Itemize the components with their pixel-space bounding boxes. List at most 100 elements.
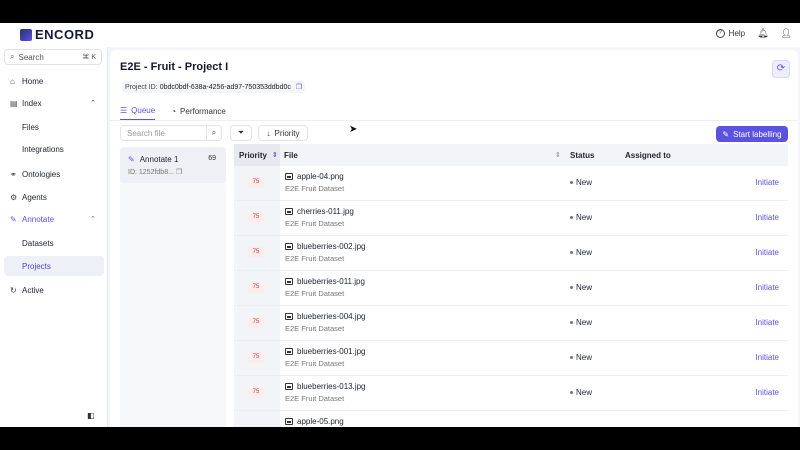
sidebar-item-integrations[interactable]: Integrations	[4, 139, 104, 159]
status-badge: New	[570, 178, 592, 187]
initiate-button[interactable]: Initiate	[755, 388, 779, 397]
file-name: apple-05.png	[285, 417, 344, 426]
status-dot-icon	[570, 391, 573, 394]
sidebar-item-label: Projects	[22, 261, 51, 271]
sidebar-item-label: Index	[22, 98, 42, 108]
copy-icon[interactable]: ❐	[296, 83, 302, 91]
performance-icon: ◔	[171, 106, 177, 116]
sidebar-item-projects[interactable]: Projects	[4, 256, 104, 276]
tab-performance[interactable]: ◔ Performance	[171, 102, 226, 120]
table-row[interactable]: 75 blueberries-011.jpg E2E Fruit Dataset…	[234, 271, 788, 306]
sidebar-item-home[interactable]: ⌂ Home	[4, 71, 104, 91]
sidebar-item-files[interactable]: Files	[4, 117, 104, 137]
tab-label: Queue	[131, 106, 156, 115]
agent-icon: ⚙	[10, 192, 18, 202]
table-row[interactable]: 75 blueberries-013.jpg E2E Fruit Dataset…	[234, 376, 788, 411]
project-id-label: Project ID:	[125, 83, 158, 91]
initiate-button[interactable]: Initiate	[755, 318, 779, 327]
sort-icon[interactable]: ⇕	[555, 151, 561, 159]
priority-badge: 75	[248, 352, 264, 363]
priority-cell: 75	[234, 166, 280, 200]
status-label: New	[576, 213, 593, 222]
image-icon	[285, 278, 293, 285]
bell-icon[interactable]: 🔔︎	[757, 28, 768, 39]
dataset-name: E2E Fruit Dataset	[285, 184, 345, 193]
file-name: apple-04.png	[285, 172, 344, 181]
header-label: Status	[570, 150, 595, 160]
sidebar-item-label: Ontologies	[22, 169, 61, 179]
sidebar-search[interactable]: ⌕ Search ⌘ K	[4, 49, 102, 65]
sidebar-item-label: Annotate	[22, 214, 55, 224]
dataset-name: E2E Fruit Dataset	[285, 219, 345, 228]
header-status: Status	[570, 144, 594, 166]
header-label: File	[284, 150, 298, 160]
table-row[interactable]: 75 blueberries-002.jpg E2E Fruit Dataset…	[234, 236, 788, 271]
status-label: New	[576, 353, 593, 362]
chevron-up-icon: ⌃	[90, 216, 96, 223]
priority-sort-button[interactable]: ↓ Priority	[258, 125, 308, 141]
sidebar-item-label: Home	[22, 76, 44, 86]
status-label: New	[576, 283, 593, 292]
sidebar-item-label: Active	[22, 285, 44, 295]
image-icon	[285, 173, 293, 180]
collapse-sidebar-icon[interactable]: ◧	[87, 411, 95, 420]
table-row[interactable]: 75 blueberries-004.jpg E2E Fruit Dataset…	[234, 306, 788, 341]
sidebar-item-index[interactable]: ▤ Index ⌃	[4, 93, 104, 113]
tab-bar: ☰ Queue ◔ Performance	[120, 102, 226, 120]
app-window: ENCORD ? Help 🔔︎ 👤︎ ⌕ Search ⌘ K ⌂ Home …	[0, 23, 800, 427]
sidebar-item-agents[interactable]: ⚙ Agents	[4, 187, 104, 207]
top-actions: ? Help 🔔︎ 👤︎	[715, 28, 792, 39]
file-search-placeholder: Search file	[127, 128, 165, 138]
priority-badge: 75	[248, 282, 264, 293]
queue-icon: ☰	[120, 106, 128, 115]
initiate-button[interactable]: Initiate	[755, 213, 779, 222]
file-search-input[interactable]: Search file ⌕	[120, 125, 222, 141]
initiate-button[interactable]: Initiate	[755, 283, 779, 292]
filter-button[interactable]: ⏷	[230, 125, 252, 141]
refresh-button[interactable]: ⟳	[772, 60, 790, 78]
copy-icon[interactable]: ❐	[176, 168, 182, 176]
dataset-name: E2E Fruit Dataset	[285, 359, 345, 368]
help-button[interactable]: ? Help	[715, 29, 745, 38]
search-shortcut: ⌘ K	[82, 54, 96, 61]
table-row[interactable]: apple-05.png	[234, 411, 788, 427]
file-name: cherries-011.jpg	[285, 207, 354, 216]
sidebar-item-ontologies[interactable]: ⚭ Ontologies	[4, 164, 104, 184]
sidebar-item-datasets[interactable]: Datasets	[4, 233, 104, 253]
task-list: ✎ Annotate 1 69 ID: 1252fdb8... ❐	[120, 147, 226, 427]
tab-label: Performance	[180, 106, 226, 116]
logo[interactable]: ENCORD	[20, 27, 94, 42]
file-name: blueberries-011.jpg	[285, 277, 365, 286]
priority-badge: 75	[248, 177, 264, 188]
priority-badge: 75	[248, 212, 264, 223]
initiate-button[interactable]: Initiate	[755, 248, 779, 257]
priority-cell: 75	[234, 201, 280, 235]
file-name: blueberries-013.jpg	[285, 382, 366, 391]
image-icon	[285, 313, 293, 320]
sidebar-item-active[interactable]: ↻ Active	[4, 280, 104, 300]
sidebar-item-label: Agents	[22, 192, 47, 202]
file-name-label: cherries-011.jpg	[297, 207, 354, 216]
table-row[interactable]: 75 apple-04.png E2E Fruit Dataset New In…	[234, 166, 788, 201]
header-priority[interactable]: Priority ⇕	[234, 144, 280, 166]
image-icon	[285, 208, 293, 215]
task-card[interactable]: ✎ Annotate 1 69 ID: 1252fdb8... ❐	[120, 147, 226, 183]
dataset-name: E2E Fruit Dataset	[285, 394, 345, 403]
mouse-cursor-icon: ➤	[349, 124, 358, 135]
file-name: blueberries-004.jpg	[285, 312, 366, 321]
file-name-label: blueberries-002.jpg	[297, 242, 366, 251]
initiate-button[interactable]: Initiate	[755, 353, 779, 362]
task-id: ID: 1252fdb8... ❐	[128, 168, 182, 177]
header-file[interactable]: File	[284, 144, 564, 166]
start-labelling-button[interactable]: ✎ Start labelling	[716, 126, 788, 142]
dataset-name: E2E Fruit Dataset	[285, 289, 345, 298]
user-icon[interactable]: 👤︎	[781, 28, 792, 39]
search-icon[interactable]: ⌕	[206, 125, 222, 141]
table-row[interactable]: 75 blueberries-001.jpg E2E Fruit Dataset…	[234, 341, 788, 376]
tab-queue[interactable]: ☰ Queue	[120, 102, 156, 120]
sidebar-item-annotate[interactable]: ✎ Annotate ⌃	[4, 209, 104, 229]
table-row[interactable]: 75 cherries-011.jpg E2E Fruit Dataset Ne…	[234, 201, 788, 236]
status-dot-icon	[570, 251, 573, 254]
status-dot-icon	[570, 286, 573, 289]
initiate-button[interactable]: Initiate	[755, 178, 779, 187]
